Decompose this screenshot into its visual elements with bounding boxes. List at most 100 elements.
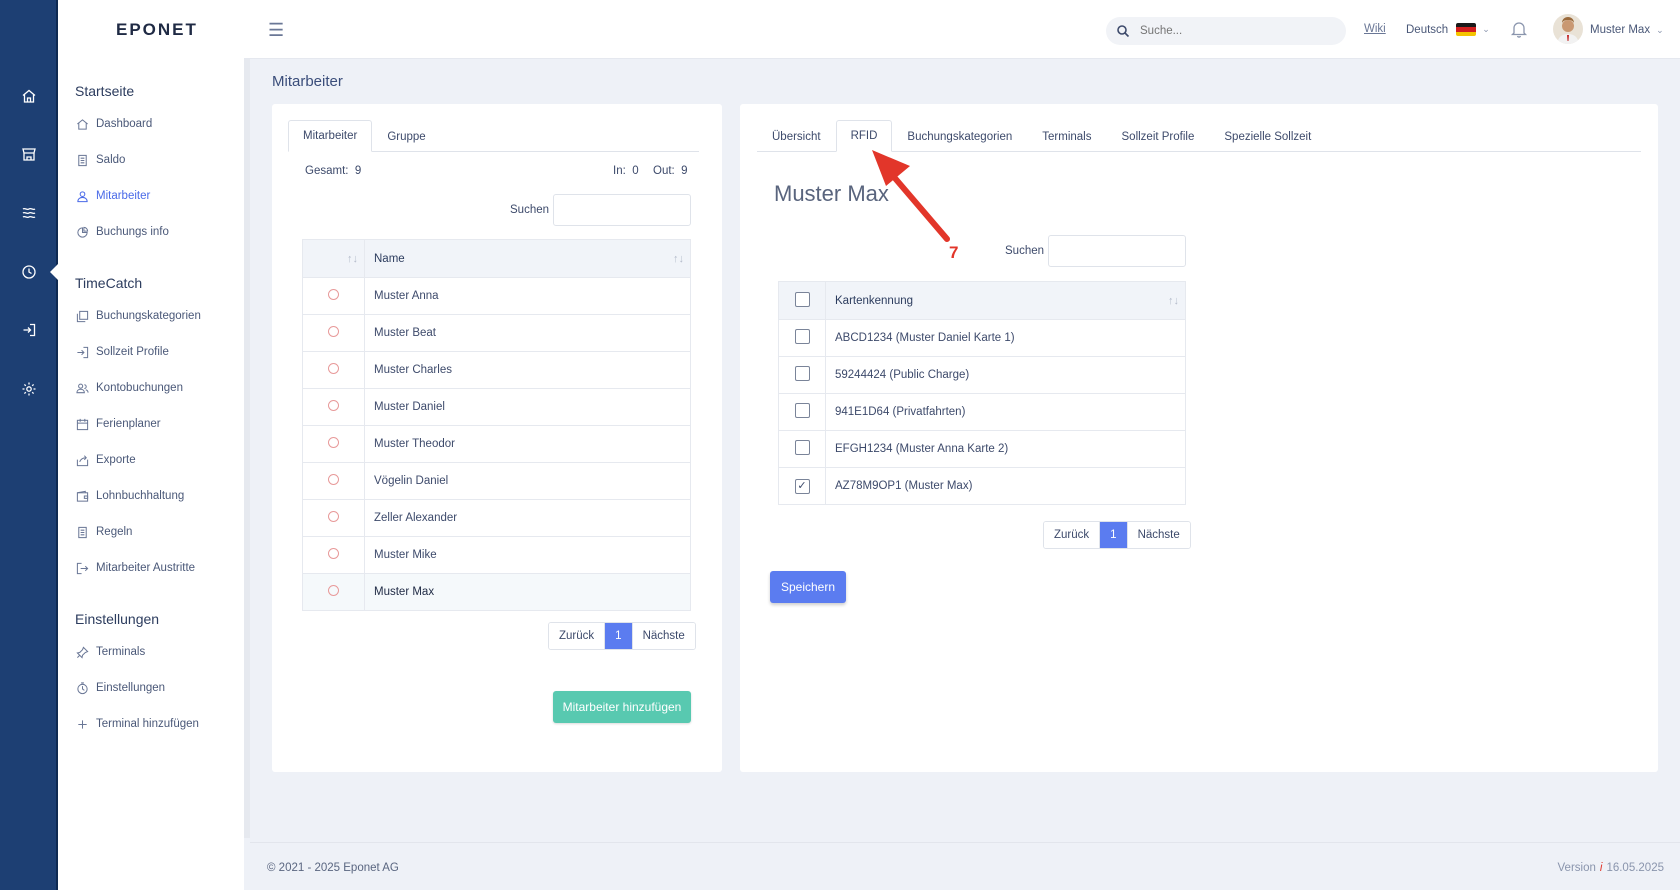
version-info: Version i 16.05.2025 [1558, 862, 1664, 874]
employee-name[interactable]: Vögelin Daniel [364, 462, 691, 500]
table-row[interactable]: 59244424 (Public Charge) [778, 356, 1186, 394]
store-icon[interactable] [18, 143, 40, 165]
card-checkbox-checked[interactable]: ✓ [794, 478, 810, 494]
clock-icon[interactable] [18, 261, 40, 283]
pie-icon [75, 225, 89, 239]
sidebar-item-dashboard[interactable]: Dashboard [75, 115, 152, 133]
tab-gruppe[interactable]: Gruppe [372, 120, 440, 152]
card-checkbox[interactable] [794, 403, 810, 418]
table-row[interactable]: Zeller Alexander [302, 499, 691, 537]
card-label: ABCD1234 (Muster Daniel Karte 1) [825, 319, 1186, 357]
tab-sollzeit-profile[interactable]: Sollzeit Profile [1107, 120, 1210, 152]
chevron-down-icon: ⌄ [1656, 24, 1664, 35]
employee-name[interactable]: Muster Anna [364, 277, 691, 315]
home-icon[interactable] [18, 85, 40, 107]
language-selector[interactable]: Deutsch ⌄ [1406, 23, 1490, 36]
name-header-label: Name [374, 252, 405, 265]
sidebar-item-label: Saldo [96, 154, 126, 166]
employee-tabs: Mitarbeiter Gruppe [288, 120, 699, 152]
page-1-button[interactable]: 1 [1100, 522, 1128, 548]
login-icon [75, 345, 89, 359]
table-row[interactable]: ✓ AZ78M9OP1 (Muster Max) [778, 467, 1186, 505]
search-input[interactable] [1140, 25, 1320, 37]
table-row[interactable]: Vögelin Daniel [302, 462, 691, 500]
tab-uebersicht[interactable]: Übersicht [757, 120, 836, 152]
sidebar-item-kontobuchungen[interactable]: Kontobuchungen [75, 379, 183, 397]
next-page-button[interactable]: Nächste [1127, 522, 1190, 548]
status-column-header[interactable]: ↑↓ [302, 239, 365, 278]
employee-search-input[interactable] [553, 194, 691, 226]
card-checkbox[interactable] [794, 366, 810, 381]
table-row[interactable]: Muster Anna [302, 277, 691, 315]
card-checkbox[interactable] [794, 440, 810, 455]
sidebar-item-saldo[interactable]: Saldo [75, 151, 125, 169]
sort-icon: ↑↓ [347, 252, 358, 265]
waves-icon[interactable] [18, 202, 40, 224]
table-row[interactable]: Muster Mike [302, 536, 691, 574]
sidebar-item-label: Terminal hinzufügen [96, 718, 199, 730]
employee-name[interactable]: Muster Daniel [364, 388, 691, 426]
select-all-checkbox[interactable] [794, 291, 810, 307]
sidebar-item-regeln[interactable]: Regeln [75, 523, 132, 541]
employee-name[interactable]: Muster Theodor [364, 425, 691, 463]
sidebar-item-label: Einstellungen [96, 682, 166, 694]
wiki-link[interactable]: Wiki [1364, 23, 1386, 35]
employee-name[interactable]: Zeller Alexander [364, 499, 691, 537]
add-employee-button[interactable]: Mitarbeiter hinzufügen [553, 691, 691, 723]
status-dot [328, 511, 339, 522]
table-row[interactable]: Muster Beat [302, 314, 691, 352]
sidebar-section-timecatch: TimeCatch [75, 275, 143, 291]
table-row[interactable]: Muster Charles [302, 351, 691, 389]
sidebar-item-sollzeit-profile[interactable]: Sollzeit Profile [75, 343, 169, 361]
sidebar-item-buchungskategorien[interactable]: Buchungskategorien [75, 307, 201, 325]
settings-icon[interactable] [18, 378, 40, 400]
table-row[interactable]: Muster Daniel [302, 388, 691, 426]
info-icon[interactable]: i [1600, 862, 1603, 874]
tab-spezielle-sollzeit[interactable]: Spezielle Sollzeit [1209, 120, 1326, 152]
sidebar-item-exporte[interactable]: Exporte [75, 451, 136, 469]
bell-icon[interactable] [1510, 20, 1528, 38]
sidebar-item-buchungs-info[interactable]: Buchungs info [75, 223, 169, 241]
sidebar-item-mitarbeiter[interactable]: Mitarbeiter [75, 187, 150, 205]
sidebar-item-label: Buchungs info [96, 226, 169, 238]
sidebar-item-lohnbuchhaltung[interactable]: Lohnbuchhaltung [75, 487, 184, 505]
save-button[interactable]: Speichern [770, 571, 846, 603]
tab-terminals[interactable]: Terminals [1027, 120, 1106, 152]
rfid-search-input[interactable] [1048, 235, 1186, 267]
table-row[interactable]: ABCD1234 (Muster Daniel Karte 1) [778, 319, 1186, 357]
table-row[interactable]: EFGH1234 (Muster Anna Karte 2) [778, 430, 1186, 468]
avatar[interactable] [1553, 14, 1583, 44]
table-row[interactable]: 941E1D64 (Privatfahrten) [778, 393, 1186, 431]
menu-toggle-icon[interactable]: ☰ [268, 20, 284, 41]
sidebar-section-einstellungen: Einstellungen [75, 611, 160, 627]
sidebar-scrollbar[interactable] [244, 58, 250, 838]
table-row[interactable]: Muster Theodor [302, 425, 691, 463]
version-label: Version [1557, 862, 1596, 874]
wallet-icon [75, 489, 89, 503]
out-count: Out: 9 [653, 165, 688, 177]
page-1-button[interactable]: 1 [605, 623, 633, 649]
tab-mitarbeiter[interactable]: Mitarbeiter [288, 120, 373, 152]
employee-name[interactable]: Muster Charles [364, 351, 691, 389]
prev-page-button[interactable]: Zurück [1044, 522, 1101, 548]
global-search[interactable] [1106, 17, 1346, 45]
sidebar-item-terminals[interactable]: Terminals [75, 643, 145, 661]
login-icon[interactable] [18, 319, 40, 341]
copy-icon [75, 309, 89, 323]
employee-name[interactable]: Muster Beat [364, 314, 691, 352]
prev-page-button[interactable]: Zurück [549, 623, 606, 649]
employee-name[interactable]: Muster Max [364, 573, 691, 611]
sidebar-section-startseite: Startseite [75, 83, 135, 99]
name-column-header[interactable]: Name ↑↓ [364, 239, 691, 278]
card-checkbox[interactable] [794, 329, 810, 344]
card-id-column-header[interactable]: Kartenkennung ↑↓ [825, 281, 1186, 320]
employee-name[interactable]: Muster Mike [364, 536, 691, 574]
table-row-selected[interactable]: Muster Max [302, 573, 691, 611]
sidebar-item-einstellungen[interactable]: Einstellungen [75, 679, 165, 697]
sidebar-item-terminal-hinzufuegen[interactable]: Terminal hinzufügen [75, 715, 199, 733]
user-menu[interactable]: Muster Max ⌄ [1590, 24, 1664, 36]
next-page-button[interactable]: Nächste [632, 623, 695, 649]
sidebar-item-mitarbeiter-austritte[interactable]: Mitarbeiter Austritte [75, 559, 195, 577]
search-icon [1117, 25, 1130, 38]
sidebar-item-ferienplaner[interactable]: Ferienplaner [75, 415, 161, 433]
